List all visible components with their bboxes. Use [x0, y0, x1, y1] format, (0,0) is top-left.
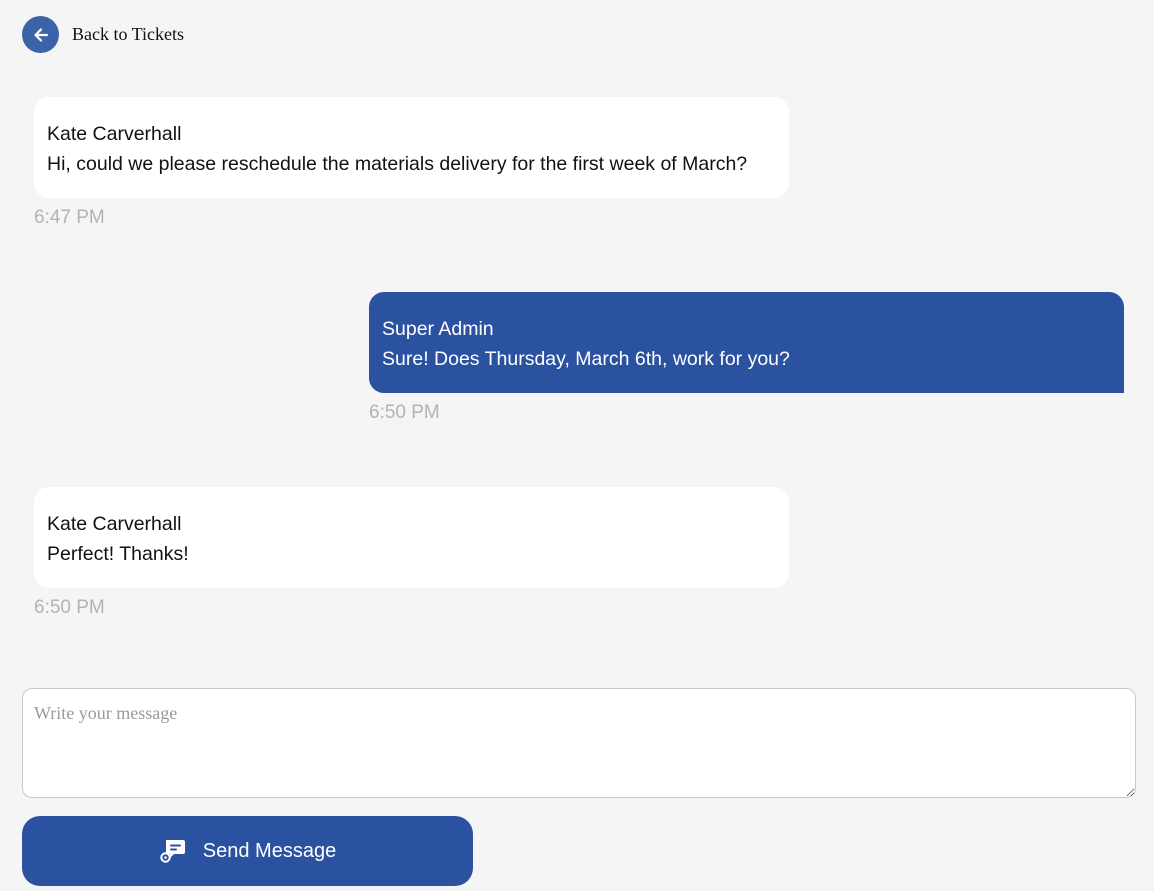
- message-input[interactable]: [22, 688, 1136, 798]
- back-to-tickets-label[interactable]: Back to Tickets: [72, 24, 184, 45]
- message-bubble-incoming: Kate Carverhall Hi, could we please resc…: [34, 97, 789, 198]
- message-timestamp: 6:47 PM: [34, 207, 105, 228]
- message-sender: Super Admin: [382, 318, 494, 340]
- arrow-left-icon[interactable]: [22, 16, 59, 53]
- message-bubble-incoming: Kate Carverhall Perfect! Thanks!: [34, 487, 789, 588]
- message-text: Perfect! Thanks!: [47, 543, 189, 565]
- message-sender: Kate Carverhall: [47, 513, 182, 535]
- message-text: Hi, could we please reschedule the mater…: [47, 153, 748, 175]
- message-timestamp: 6:50 PM: [369, 402, 440, 423]
- message-bubble-outgoing: Super Admin Sure! Does Thursday, March 6…: [369, 292, 1124, 393]
- send-message-icon: [159, 838, 187, 864]
- send-message-button[interactable]: Send Message: [22, 816, 473, 886]
- back-to-tickets-link[interactable]: Back to Tickets: [22, 16, 184, 53]
- message-text: Sure! Does Thursday, March 6th, work for…: [382, 348, 790, 370]
- message-sender: Kate Carverhall: [47, 123, 182, 145]
- send-message-label: Send Message: [202, 839, 337, 862]
- message-timestamp: 6:50 PM: [34, 597, 105, 618]
